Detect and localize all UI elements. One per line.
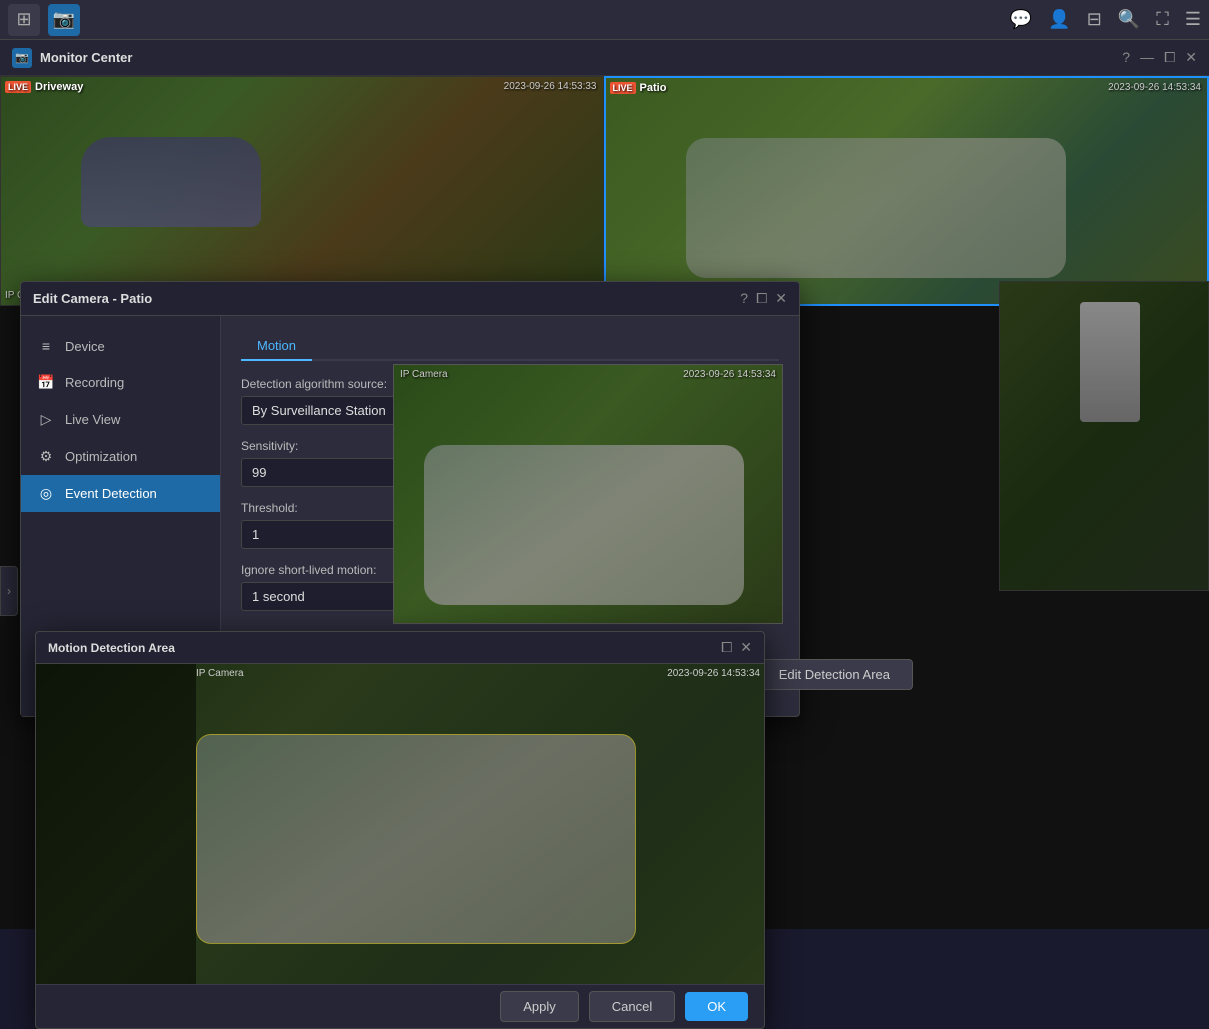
ok-button[interactable]: OK [685,992,748,1021]
motion-cam-timestamp: 2023-09-26 14:53:34 [667,668,760,679]
taskbar-grid-icon[interactable]: ⊞ [8,4,40,36]
apply-button[interactable]: Apply [500,991,579,1022]
driveway-label: LIVE Driveway [5,81,83,93]
optimization-icon: ⚙ [37,448,55,465]
patio-pool [686,138,1066,278]
edit-dialog-controls: ? ⧠ ✕ [740,290,787,307]
camera-panel-driveway[interactable]: LIVE Driveway IP Camera 2023-09-26 14:53… [0,76,604,306]
edit-dialog-close[interactable]: ✕ [775,290,787,307]
appbar-restore[interactable]: ⧠ [1164,49,1175,66]
taskbar: ⊞ 📷 💬 👤 ⊟ 🔍 ⛶ ☰ [0,0,1209,40]
appbar: 📷 Monitor Center ? — ⧠ ✕ [0,40,1209,76]
sidebar-item-device[interactable]: ≡ Device [21,328,220,364]
appbar-help[interactable]: ? [1122,49,1130,66]
cancel-button[interactable]: Cancel [589,991,675,1022]
driveway-name: Driveway [35,81,83,93]
appbar-controls: ? — ⧠ ✕ [1122,49,1197,66]
motion-overlay-left [36,664,196,984]
patio-timestamp: 2023-09-26 14:53:34 [1108,82,1201,93]
driveway-feed [1,77,603,305]
edit-dialog-restore[interactable]: ⧠ [756,290,767,307]
umbrella-pole [1080,302,1140,422]
right-camera-panel [999,281,1209,591]
taskbar-camera-icon[interactable]: 📷 [48,4,80,36]
edit-dialog-titlebar: Edit Camera - Patio ? ⧠ ✕ [21,282,799,316]
sidebar-label-recording: Recording [65,375,124,390]
patio-feed [606,78,1208,304]
edit-detection-area-button[interactable]: Edit Detection Area [756,659,913,690]
app-title: Monitor Center [40,50,1122,65]
motion-body: IP Camera 2023-09-26 14:53:34 [36,664,764,984]
appbar-close[interactable]: ✕ [1185,49,1197,66]
motion-titlebar: Motion Detection Area ⧠ ✕ [36,632,764,664]
preview-pool [424,445,744,605]
sidebar-label-optimization: Optimization [65,449,137,464]
tab-motion[interactable]: Motion [241,332,312,361]
driveway-live-badge: LIVE [5,81,31,93]
edit-dialog-help[interactable]: ? [740,290,748,307]
patio-name: Patio [640,82,667,94]
patio-live-badge: LIVE [610,82,636,94]
cam-preview-feed [394,365,782,623]
sidebar-item-event-detection[interactable]: ◎ Event Detection [21,475,220,512]
motion-close-icon[interactable]: ✕ [740,639,752,656]
camera-panel-patio[interactable]: LIVE Patio IP Camera 2023-09-26 14:53:34 [604,76,1209,306]
display-icon[interactable]: ⊟ [1087,9,1102,30]
driveway-timestamp: 2023-09-26 14:53:33 [504,81,597,92]
motion-dialog-title: Motion Detection Area [48,641,721,655]
recording-icon: 📅 [37,374,55,391]
search-icon[interactable]: 🔍 [1118,9,1140,30]
motion-pool-shape [196,734,636,944]
cam-preview: IP Camera 2023-09-26 14:53:34 [393,364,783,624]
motion-cam-area: IP Camera 2023-09-26 14:53:34 [36,664,764,984]
taskbar-right-icons: 💬 👤 ⊟ 🔍 ⛶ ☰ [1010,9,1201,30]
cam-preview-timestamp: 2023-09-26 14:53:34 [683,369,776,380]
app-logo: 📷 [12,48,32,68]
edit-detection-area-container: Edit Detection Area [756,659,913,690]
edge-tab[interactable]: › [0,566,18,616]
edge-tab-icon: › [7,584,11,598]
motion-restore-icon[interactable]: ⧠ [721,639,732,656]
camera-grid: LIVE Driveway IP Camera 2023-09-26 14:53… [0,76,1209,306]
dialog-tabs: Motion [241,332,779,361]
sidebar-label-device: Device [65,339,105,354]
right-cam-feed [1000,282,1208,590]
sidebar-item-recording[interactable]: 📅 Recording [21,364,220,401]
edit-dialog-title: Edit Camera - Patio [33,291,740,306]
motion-dialog-controls: ⧠ ✕ [721,639,752,656]
main-area: LIVE Driveway IP Camera 2023-09-26 14:53… [0,76,1209,929]
event-detection-icon: ◎ [37,485,55,502]
patio-label: LIVE Patio [610,82,667,94]
car-shape [81,137,261,227]
sidebar-label-live-view: Live View [65,412,120,427]
menu-icon[interactable]: ☰ [1185,9,1201,30]
motion-cam-feed: IP Camera 2023-09-26 14:53:34 [36,664,764,984]
device-icon: ≡ [37,338,55,354]
user-icon[interactable]: 👤 [1048,9,1070,30]
fullscreen-icon[interactable]: ⛶ [1156,9,1169,30]
cam-preview-label: IP Camera [400,369,448,380]
sidebar-item-optimization[interactable]: ⚙ Optimization [21,438,220,475]
live-view-icon: ▷ [37,411,55,428]
motion-detection-dialog: Motion Detection Area ⧠ ✕ IP Camera 2023… [35,631,765,1029]
sidebar-item-live-view[interactable]: ▷ Live View [21,401,220,438]
motion-buttons-row: Apply Cancel OK [36,984,764,1028]
sidebar-label-event-detection: Event Detection [65,486,157,501]
motion-cam-label: IP Camera [196,668,244,679]
appbar-minimize[interactable]: — [1140,49,1154,66]
chat-icon[interactable]: 💬 [1010,9,1032,30]
